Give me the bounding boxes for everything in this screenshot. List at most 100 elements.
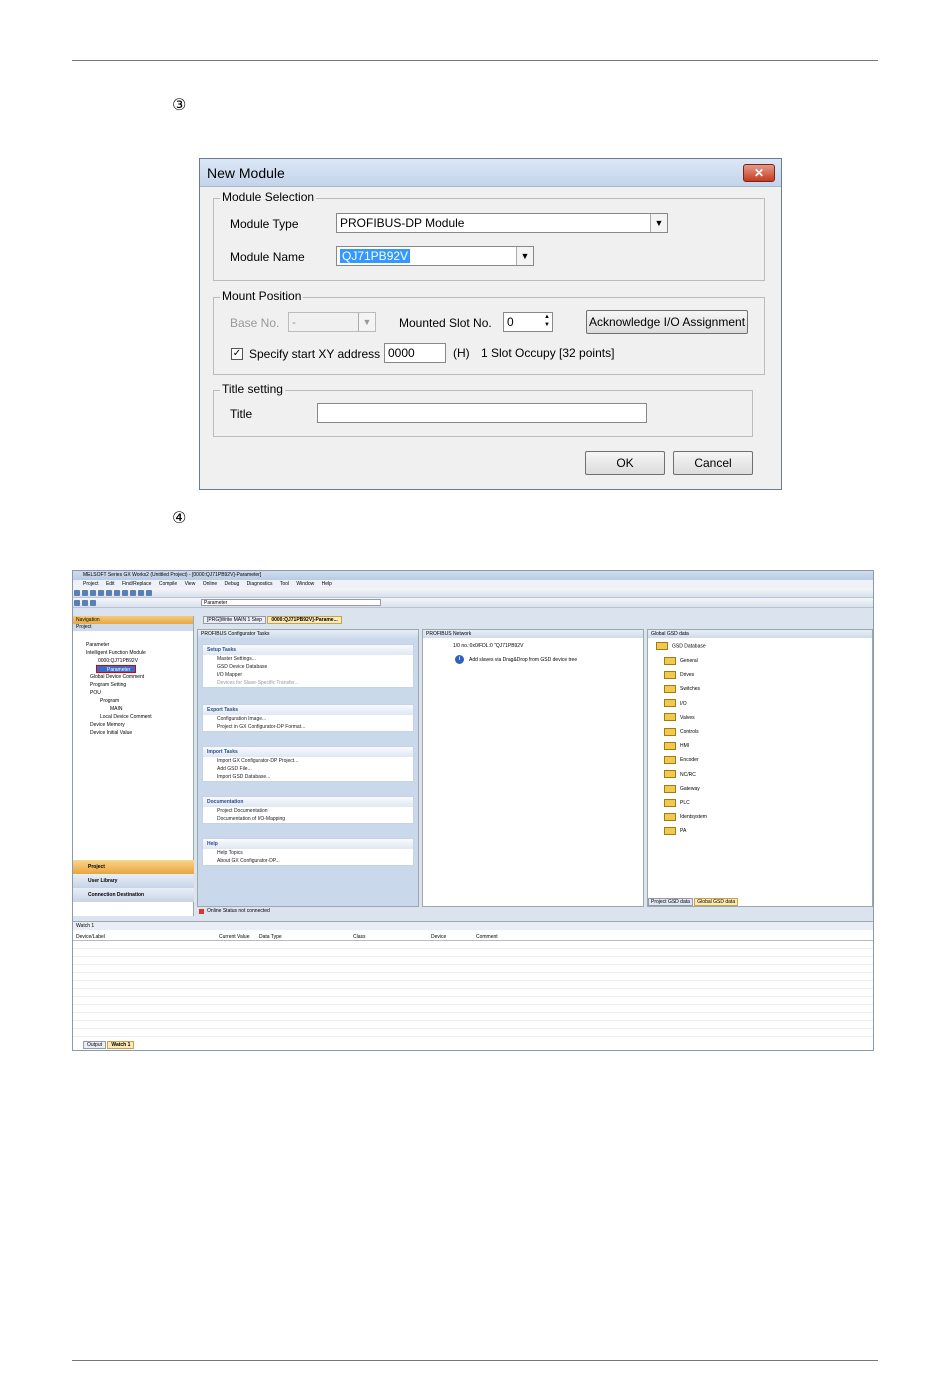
cut-icon[interactable] [106,590,112,596]
menu-help[interactable]: Help [322,581,332,587]
gsd-folder[interactable]: NC/RC [664,768,707,782]
task-group-title[interactable]: Help [203,839,413,849]
table-row[interactable] [73,1013,873,1021]
menu-tool[interactable]: Tool [280,581,289,587]
tab-global-gsd[interactable]: Global GSD data [694,898,739,906]
nav-connection-button[interactable]: Connection Destination [73,888,194,902]
copy-icon[interactable] [114,590,120,596]
gsd-folder[interactable]: Gateway [664,782,707,796]
table-row[interactable] [73,989,873,997]
table-row[interactable] [73,1005,873,1013]
tab-parameter[interactable]: 0000:QJ71PB92V]-Parame... [267,616,342,624]
print-icon[interactable] [98,590,104,596]
task-item[interactable]: About GX Configurator-DP... [203,857,413,865]
task-item[interactable]: Import GX Configurator-DP Project... [203,757,413,765]
navigation-icon[interactable] [74,600,80,606]
tree-item[interactable]: Device Memory [76,721,152,729]
gsd-folder[interactable]: Encoder [664,753,707,767]
task-item[interactable]: Import GSD Database... [203,773,413,781]
gsd-folder[interactable]: HMI [664,739,707,753]
cancel-button[interactable]: Cancel [673,451,753,475]
title-input[interactable] [317,403,647,423]
menu-view[interactable]: View [185,581,196,587]
gsd-folder[interactable]: I/O [664,697,707,711]
tree-item[interactable]: Parameter [76,641,152,649]
layout-icon[interactable] [90,600,96,606]
tab-watch-1[interactable]: Watch 1 [107,1041,135,1049]
gsd-folder[interactable]: Switches [664,682,707,696]
gsd-folder[interactable]: PA [664,824,707,838]
undo-icon[interactable] [130,590,136,596]
nav-project-button[interactable]: Project [73,860,194,874]
gsd-folder[interactable]: Identsystem [664,810,707,824]
module-name-select[interactable]: QJ71PB92V ▼ [336,246,534,266]
tree-item[interactable]: Device Initial Value [76,729,152,737]
gsd-folder[interactable]: Valves [664,711,707,725]
task-group-title[interactable]: Documentation [203,797,413,807]
ok-button[interactable]: OK [585,451,665,475]
table-row[interactable] [73,981,873,989]
tree-item[interactable]: Program [76,697,152,705]
task-item[interactable]: Help Topics [203,849,413,857]
menu-online[interactable]: Online [203,581,217,587]
tree-item[interactable]: Local Device Comment [76,713,152,721]
save-icon[interactable] [90,590,96,596]
toolbar-combo[interactable]: Parameter [201,599,381,606]
redo-icon[interactable] [138,590,144,596]
task-item[interactable]: Add GSD File... [203,765,413,773]
open-icon[interactable] [82,590,88,596]
menu-find-replace[interactable]: Find/Replace [122,581,151,587]
tab-program[interactable]: [PRG]Write MAIN 1 Step [203,616,266,624]
gsd-folder[interactable]: Controls [664,725,707,739]
gsd-root[interactable]: GSD Database [656,642,706,650]
task-item[interactable]: Project in GX Configurator-DP Format... [203,723,413,731]
nav-user-library-button[interactable]: User Library [73,874,194,888]
tab-output[interactable]: Output [83,1041,107,1049]
xy-address-input[interactable]: 0000 [384,343,446,363]
table-row[interactable] [73,941,873,949]
gsd-folder[interactable]: General [664,654,707,668]
table-row[interactable] [73,1021,873,1029]
menu-compile[interactable]: Compile [159,581,177,587]
module-type-select[interactable]: PROFIBUS-DP Module ▼ [336,213,668,233]
table-row[interactable] [73,973,873,981]
table-row[interactable] [73,949,873,957]
menu-window[interactable]: Window [296,581,314,587]
task-item[interactable]: Master Settings... [203,655,413,663]
table-row[interactable] [73,997,873,1005]
tree-item[interactable]: Global Device Comment [76,673,152,681]
slot-no-spinner[interactable]: 0 ▲ ▼ [503,312,553,332]
base-no-select[interactable]: - ▼ [288,312,376,332]
task-item[interactable]: GSD Device Database [203,663,413,671]
acknowledge-io-button[interactable]: Acknowledge I/O Assignment [586,310,748,334]
find-icon[interactable] [146,590,152,596]
menu-debug[interactable]: Debug [225,581,240,587]
tree-item[interactable]: 0000:QJ71PB92V [76,657,152,665]
menu-edit[interactable]: Edit [106,581,115,587]
task-group-title[interactable]: Setup Tasks [203,645,413,655]
network-node[interactable]: 1/0 no.:0x0/FDL:0 "QJ71PB92V [453,643,523,649]
tree-item[interactable]: Program Setting [76,681,152,689]
table-row[interactable] [73,965,873,973]
table-row[interactable] [73,1029,873,1037]
tree-item-selected[interactable]: Parameter [96,665,136,673]
task-item[interactable]: I/O Mapper [203,671,413,679]
new-icon[interactable] [74,590,80,596]
tree-item[interactable]: Intelligent Function Module [76,649,152,657]
tree-item[interactable]: MAIN [76,705,152,713]
tab-project-gsd[interactable]: Project GSD data [648,898,693,906]
task-group-title[interactable]: Import Tasks [203,747,413,757]
window-icon[interactable] [82,600,88,606]
gsd-folder[interactable]: Drives [664,668,707,682]
menu-project[interactable]: Project [83,581,99,587]
task-item[interactable]: Documentation of I/O-Mapping [203,815,413,823]
task-item[interactable]: Configuration Image... [203,715,413,723]
menu-diagnostics[interactable]: Diagnostics [247,581,273,587]
task-group-title[interactable]: Export Tasks [203,705,413,715]
table-row[interactable] [73,957,873,965]
specify-xy-checkbox[interactable]: ✓ [231,348,243,360]
tree-item[interactable]: POU [76,689,152,697]
task-item[interactable]: Devices for Slave-Specific Transfer... [203,679,413,687]
paste-icon[interactable] [122,590,128,596]
task-item[interactable]: Project Documentation [203,807,413,815]
